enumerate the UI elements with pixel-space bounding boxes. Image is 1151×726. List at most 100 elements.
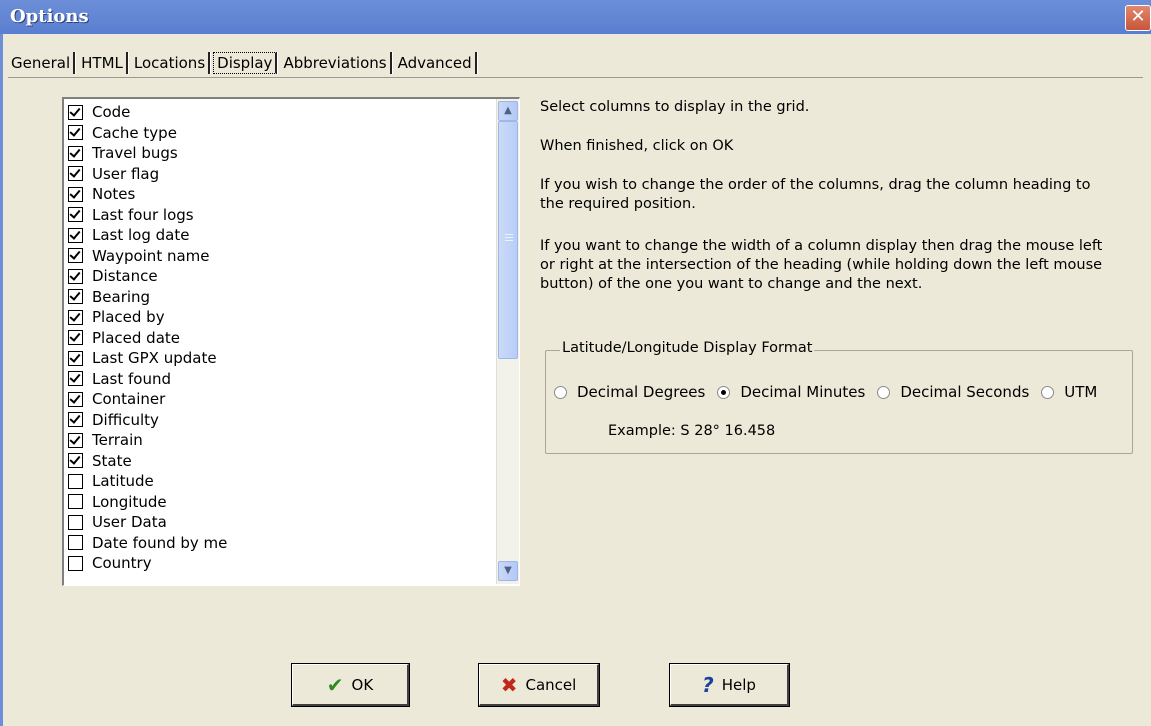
list-item[interactable]: Terrain	[68, 430, 227, 451]
scroll-down-button[interactable]: ▼	[498, 561, 518, 581]
list-item[interactable]: Last log date	[68, 225, 227, 246]
cancel-label: Cancel	[525, 675, 577, 694]
checkbox[interactable]	[68, 350, 83, 366]
checkbox[interactable]	[68, 268, 83, 284]
list-item[interactable]: Difficulty	[68, 410, 227, 431]
checklist-scrollbar[interactable]: ▲ ▼	[496, 99, 519, 584]
list-item-label: Last GPX update	[92, 349, 217, 368]
radio-button[interactable]	[554, 385, 567, 399]
list-item[interactable]: Distance	[68, 266, 227, 287]
radio-decimal-degrees[interactable]: Decimal Degrees	[554, 383, 705, 401]
latlon-format-group: Latitude/Longitude Display Format Decima…	[545, 340, 1133, 454]
tab-display[interactable]: Display	[213, 52, 278, 74]
checkbox[interactable]	[68, 104, 83, 120]
instruction-width-3: button) of the one you want to change an…	[540, 276, 923, 292]
list-item-label: Longitude	[92, 492, 167, 511]
list-item-label: Distance	[92, 267, 158, 286]
list-item-label: Latitude	[92, 472, 154, 491]
list-item-label: Travel bugs	[92, 144, 178, 163]
checkbox[interactable]	[68, 125, 83, 141]
checkbox[interactable]	[68, 412, 83, 428]
checkbox[interactable]	[68, 473, 83, 489]
radio-decimal-seconds[interactable]: Decimal Seconds	[877, 383, 1029, 401]
instruction-order-2: the required position.	[540, 196, 696, 212]
instruction-width-2: or right at the intersection of the head…	[540, 257, 1103, 273]
chevron-down-icon: ▼	[504, 565, 512, 576]
checkbox[interactable]	[68, 227, 83, 243]
group-title: Latitude/Longitude Display Format	[560, 340, 815, 356]
thumb-grip	[505, 237, 513, 238]
list-item[interactable]: User Data	[68, 512, 227, 533]
tab-abbreviations[interactable]: Abbreviations	[280, 52, 392, 74]
radio-button[interactable]	[717, 385, 731, 399]
scroll-thumb[interactable]	[498, 121, 518, 359]
list-item[interactable]: Code	[68, 102, 227, 123]
columns-checklist[interactable]: Code Cache type Travel bugs User flag Notes L…	[62, 97, 520, 586]
checkbox[interactable]	[68, 248, 83, 264]
radio-label: UTM	[1064, 383, 1098, 401]
thumb-grip	[505, 240, 513, 241]
help-label: Help	[721, 675, 756, 694]
list-item-label: State	[92, 451, 132, 470]
checkbox[interactable]	[68, 309, 83, 325]
list-item[interactable]: State	[68, 451, 227, 472]
checkbox[interactable]	[68, 535, 83, 551]
list-item[interactable]: Notes	[68, 184, 227, 205]
list-item[interactable]: Placed date	[68, 328, 227, 349]
tab-advanced[interactable]: Advanced	[395, 52, 477, 74]
radio-label: Decimal Minutes	[740, 383, 866, 401]
help-button[interactable]: ? Help	[669, 663, 790, 707]
checkbox[interactable]	[68, 207, 83, 223]
close-button[interactable]: ✕	[1125, 5, 1151, 31]
list-item-label: Notes	[92, 185, 136, 204]
checkbox[interactable]	[68, 391, 83, 407]
question-icon: ?	[702, 672, 714, 697]
list-item[interactable]: Placed by	[68, 307, 227, 328]
checkbox[interactable]	[68, 432, 83, 448]
list-item[interactable]: Last four logs	[68, 205, 227, 226]
list-item[interactable]: User flag	[68, 164, 227, 185]
checkbox[interactable]	[68, 494, 83, 510]
checkbox[interactable]	[68, 371, 83, 387]
list-item-label: User flag	[92, 164, 160, 183]
instruction-finish: When finished, click on OK	[540, 138, 734, 154]
tab-locations[interactable]: Locations	[131, 52, 211, 74]
format-example: Example: S 28° 16.458	[608, 423, 776, 439]
list-item-label: Container	[92, 390, 166, 409]
checkbox[interactable]	[68, 330, 83, 346]
scroll-up-button[interactable]: ▲	[498, 101, 518, 121]
list-item[interactable]: Bearing	[68, 287, 227, 308]
ok-button[interactable]: ✔ OK	[291, 663, 410, 707]
list-item[interactable]: Date found by me	[68, 533, 227, 554]
window-frame-left	[0, 34, 3, 726]
checkbox[interactable]	[68, 289, 83, 305]
list-item[interactable]: Travel bugs	[68, 143, 227, 164]
instruction-width-1: If you want to change the width of a col…	[540, 238, 1103, 254]
title-bar: Options ✕	[0, 0, 1151, 34]
radio-button[interactable]	[877, 385, 891, 399]
checkbox[interactable]	[68, 453, 83, 469]
cancel-button[interactable]: ✖ Cancel	[478, 663, 600, 707]
tab-html[interactable]: HTML	[78, 52, 128, 74]
radio-button[interactable]	[1041, 385, 1055, 399]
list-item[interactable]: Container	[68, 389, 227, 410]
list-item[interactable]: Cache type	[68, 123, 227, 144]
tab-general[interactable]: General	[8, 52, 76, 74]
checkbox[interactable]	[68, 145, 83, 161]
checkbox[interactable]	[68, 514, 83, 530]
instruction-order-1: If you wish to change the order of the c…	[540, 177, 1091, 193]
list-item-label: Placed date	[92, 328, 180, 347]
list-item[interactable]: Waypoint name	[68, 246, 227, 267]
list-item[interactable]: Last found	[68, 369, 227, 390]
list-item[interactable]: Latitude	[68, 471, 227, 492]
list-item[interactable]: Longitude	[68, 492, 227, 513]
checkbox[interactable]	[68, 166, 83, 182]
radio-decimal-minutes[interactable]: Decimal Minutes	[717, 383, 865, 401]
checkbox[interactable]	[68, 555, 83, 571]
list-item[interactable]: Country	[68, 553, 227, 574]
list-item[interactable]: Last GPX update	[68, 348, 227, 369]
list-item-label: User Data	[92, 513, 167, 532]
radio-utm[interactable]: UTM	[1041, 383, 1097, 401]
ok-label: OK	[351, 675, 374, 694]
checkbox[interactable]	[68, 186, 83, 202]
